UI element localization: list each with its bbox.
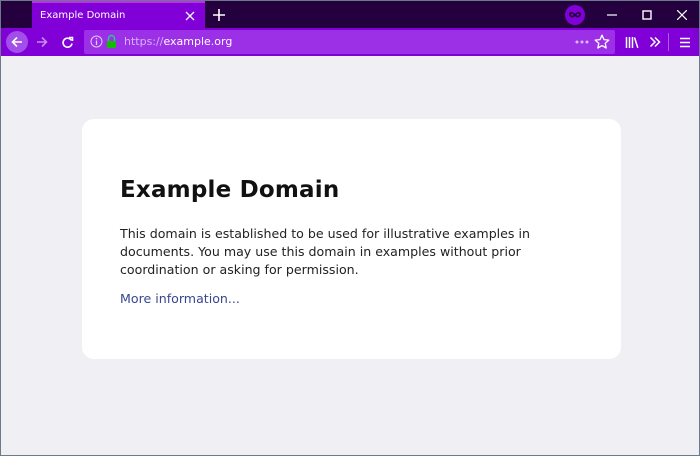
back-button[interactable] [6,31,28,53]
page-content: Example Domain This domain is establishe… [1,56,699,455]
minimize-icon [607,13,617,16]
info-icon[interactable] [90,35,103,48]
hamburger-menu-icon [680,37,690,47]
browser-window: Example Domain https://example.org Examp… [0,0,700,456]
more-dots-icon[interactable] [574,35,590,49]
content-card: Example Domain This domain is establishe… [82,119,621,359]
star-icon[interactable] [594,34,610,50]
main-menu-button[interactable] [674,31,696,53]
page-description: This domain is established to be used fo… [120,226,530,277]
maximize-button[interactable] [630,1,664,28]
library-icon [625,36,639,48]
close-icon [677,9,687,20]
close-icon[interactable] [181,7,199,25]
more-information-link[interactable]: More information... [120,291,240,306]
lock-icon[interactable] [106,34,117,49]
navigation-toolbar: https://example.org [1,28,699,56]
mask-icon [565,5,585,25]
reload-icon [61,36,73,48]
url-protocol: https:// [124,35,164,48]
close-window-button[interactable] [665,1,699,28]
minimize-button[interactable] [595,1,629,28]
library-button[interactable] [621,31,643,53]
url-host: example.org [163,35,233,48]
back-arrow-icon [11,36,22,48]
overflow-menu-button[interactable] [644,31,666,53]
page-heading: Example Domain [120,177,340,203]
tab-example-domain[interactable]: Example Domain [32,1,205,28]
plus-icon [213,9,225,21]
title-bar: Example Domain [1,1,699,28]
tab-title: Example Domain [40,10,126,21]
url-text[interactable]: https://example.org [124,35,232,48]
new-tab-button[interactable] [209,5,229,25]
overflow-chevron-icon [649,36,661,48]
forward-button[interactable] [31,31,53,53]
reload-button[interactable] [56,31,78,53]
address-bar[interactable]: https://example.org [84,30,615,54]
toolbar-separator [668,33,669,51]
maximize-icon [642,9,652,20]
forward-arrow-icon [37,36,48,48]
